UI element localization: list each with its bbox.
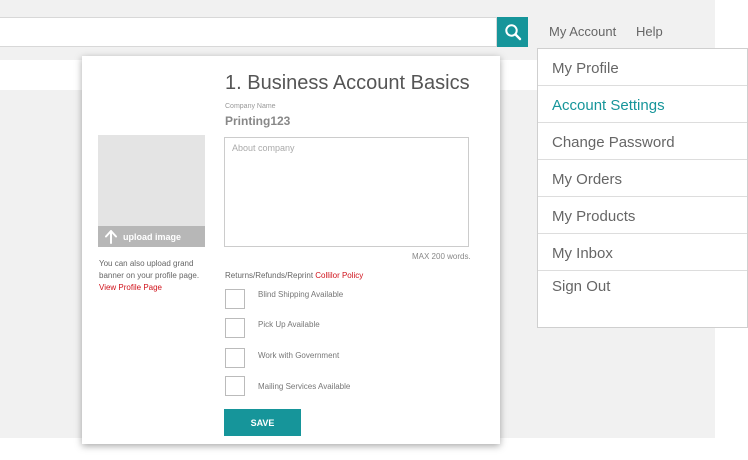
menu-item-my-inbox[interactable]: My Inbox: [538, 234, 747, 271]
policy-row: Returns/Refunds/Reprint Collilor Policy: [225, 271, 363, 280]
search-input[interactable]: [0, 17, 497, 47]
company-name-label: Company Name: [225, 103, 276, 110]
view-profile-page-link[interactable]: View Profile Page: [99, 283, 162, 292]
upload-arrow-icon: [105, 229, 117, 244]
pick-up-checkbox[interactable]: [225, 318, 245, 338]
policy-label: Returns/Refunds/Reprint: [225, 271, 314, 280]
search-icon: [504, 24, 521, 41]
page-title: 1. Business Account Basics: [225, 72, 470, 94]
help-link[interactable]: Help: [636, 24, 663, 39]
menu-item-account-settings[interactable]: Account Settings: [538, 86, 747, 123]
business-account-card: upload image You can also upload grand b…: [82, 56, 500, 444]
government-checkbox[interactable]: [225, 348, 245, 368]
blind-shipping-label: Blind Shipping Available: [258, 290, 344, 299]
max-words-hint: MAX 200 words.: [412, 252, 471, 261]
government-label: Work with Government: [258, 351, 340, 360]
save-button[interactable]: SAVE: [224, 409, 301, 436]
blind-shipping-checkbox[interactable]: [225, 289, 245, 309]
upload-image-button[interactable]: upload image: [98, 226, 205, 247]
account-dropdown-menu: My Profile Account Settings Change Passw…: [537, 48, 748, 328]
menu-item-my-products[interactable]: My Products: [538, 197, 747, 234]
menu-item-my-orders[interactable]: My Orders: [538, 160, 747, 197]
pick-up-label: Pick Up Available: [258, 320, 320, 329]
mailing-services-label: Mailing Services Available: [258, 382, 351, 391]
mailing-services-checkbox[interactable]: [225, 376, 245, 396]
upload-note: You can also upload grand banner on your…: [99, 259, 200, 280]
my-account-link[interactable]: My Account: [549, 24, 616, 39]
menu-item-my-profile[interactable]: My Profile: [538, 49, 747, 86]
policy-link[interactable]: Collilor Policy: [315, 271, 363, 280]
about-company-field[interactable]: [224, 137, 469, 247]
upload-image-label: upload image: [123, 231, 182, 242]
search-button[interactable]: [497, 17, 528, 47]
menu-item-sign-out[interactable]: Sign Out: [538, 271, 747, 308]
company-name-value[interactable]: Printing123: [225, 114, 290, 128]
menu-item-change-password[interactable]: Change Password: [538, 123, 747, 160]
